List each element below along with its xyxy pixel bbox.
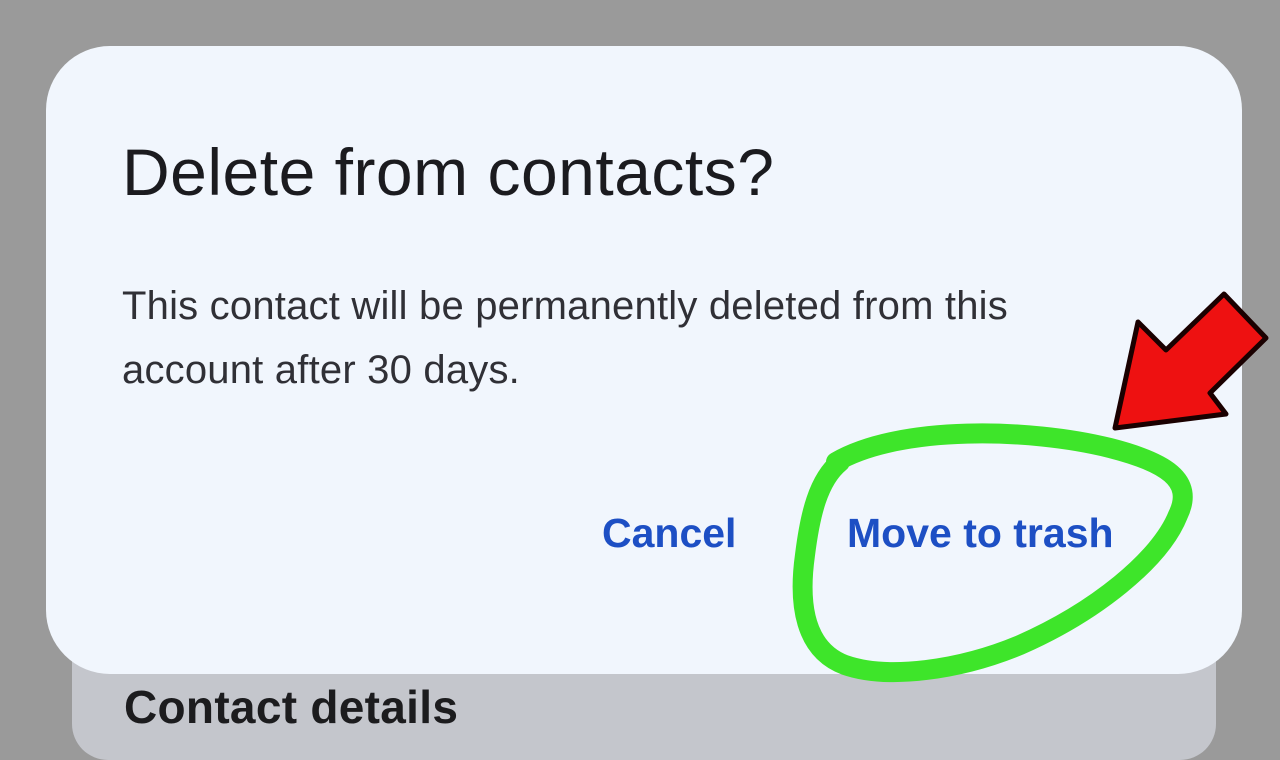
cancel-button[interactable]: Cancel	[602, 510, 736, 557]
move-to-trash-button[interactable]: Move to trash	[847, 510, 1114, 557]
contact-details-title: Contact details	[124, 681, 459, 733]
delete-contact-dialog: Delete from contacts? This contact will …	[46, 46, 1242, 674]
dialog-message: This contact will be permanently deleted…	[122, 284, 1008, 392]
dialog-title: Delete from contacts?	[122, 135, 775, 209]
